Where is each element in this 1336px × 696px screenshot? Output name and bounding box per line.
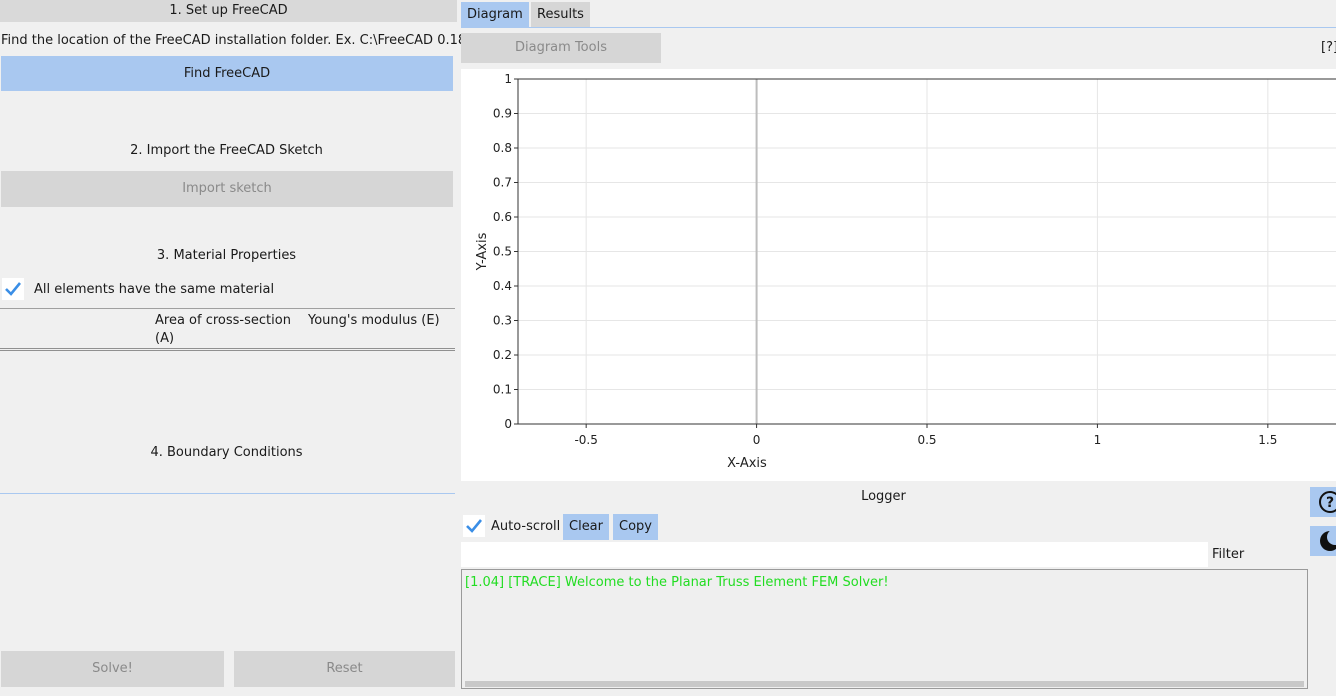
- step2-title: 2. Import the FreeCAD Sketch: [130, 143, 323, 158]
- y-tick-label: 0.2: [493, 348, 512, 362]
- import-sketch-button[interactable]: Import sketch: [1, 171, 453, 207]
- column-youngs-modulus: Young's modulus (E): [308, 313, 440, 328]
- table-header-divider-2: [0, 350, 455, 351]
- filter-label: Filter: [1212, 547, 1245, 562]
- log-line: [1.04] [TRACE] Welcome to the Planar Tru…: [465, 575, 889, 590]
- autoscroll-checkbox[interactable]: [463, 515, 485, 537]
- x-tick-label: 0: [753, 433, 761, 447]
- table-top-divider: [0, 308, 455, 309]
- find-freecad-button[interactable]: Find FreeCAD: [1, 56, 453, 91]
- help-link[interactable]: [?]: [1321, 40, 1336, 58]
- table-header-divider: [0, 348, 455, 349]
- dark-mode-icon[interactable]: [1310, 526, 1336, 556]
- same-material-label: All elements have the same material: [34, 282, 275, 297]
- chart-svg: 0 0.1 0.2 0.3 0.4 0.5 0.6 0.7 0.8 0.9 1 -0.5 0 0.5 1 1.…: [475, 72, 1336, 471]
- x-axis-label: X-Axis: [727, 456, 767, 471]
- diagram-plot[interactable]: 0 0.1 0.2 0.3 0.4 0.5 0.6 0.7 0.8 0.9 1 -0.5 0 0.5 1 1.…: [461, 69, 1336, 481]
- tab-underline: [461, 27, 1336, 28]
- log-output[interactable]: [1.04] [TRACE] Welcome to the Planar Tru…: [461, 569, 1308, 689]
- checkmark-icon: [5, 282, 21, 296]
- step1-title: 1. Set up FreeCAD: [0, 0, 457, 22]
- x-tick-label: 0.5: [917, 433, 936, 447]
- clear-button[interactable]: Clear: [563, 514, 609, 540]
- autoscroll-label: Auto-scroll: [491, 519, 561, 534]
- y-tick-label: 0.6: [493, 210, 512, 224]
- tab-results[interactable]: Results: [531, 2, 590, 27]
- x-tick-label: -0.5: [574, 433, 597, 447]
- y-tick-label: 0.9: [493, 107, 512, 121]
- x-tick-label: 1.5: [1258, 433, 1277, 447]
- filter-input[interactable]: [461, 542, 1208, 567]
- y-axis-label: Y-Axis: [475, 232, 490, 271]
- log-scrollbar[interactable]: [465, 681, 1304, 687]
- y-tick-label: 0.5: [493, 245, 512, 259]
- y-tick-label: 0.1: [493, 383, 512, 397]
- help-icon-glyph: ?: [1319, 491, 1336, 513]
- y-tick-label: 0.4: [493, 279, 512, 293]
- same-material-checkbox[interactable]: [2, 278, 24, 300]
- y-tick-label: 0: [504, 417, 512, 431]
- moon-icon: [1320, 529, 1336, 551]
- column-area: Area of cross-section (A): [155, 313, 291, 346]
- diagram-tools-button[interactable]: Diagram Tools: [461, 33, 661, 63]
- copy-button[interactable]: Copy: [613, 514, 658, 540]
- tab-diagram[interactable]: Diagram: [461, 2, 529, 27]
- y-tick-label: 1: [504, 72, 512, 86]
- reset-button[interactable]: Reset: [234, 651, 455, 687]
- help-icon[interactable]: ?: [1310, 487, 1336, 517]
- y-tick-label: 0.8: [493, 141, 512, 155]
- log-lines: [1.04] [TRACE] Welcome to the Planar Tru…: [465, 575, 889, 590]
- checkmark-icon: [466, 519, 482, 533]
- x-tick-label: 1: [1094, 433, 1102, 447]
- step3-title: 3. Material Properties: [156, 248, 297, 263]
- boundary-divider: [0, 493, 455, 494]
- step4-title: 4. Boundary Conditions: [150, 445, 303, 460]
- y-tick-label: 0.7: [493, 176, 512, 190]
- logger-title: Logger: [861, 489, 906, 504]
- y-tick-label: 0.3: [493, 314, 512, 328]
- solve-button[interactable]: Solve!: [1, 651, 224, 687]
- svg-text:?: ?: [1326, 495, 1334, 511]
- step1-hint: Find the location of the FreeCAD install…: [1, 33, 467, 48]
